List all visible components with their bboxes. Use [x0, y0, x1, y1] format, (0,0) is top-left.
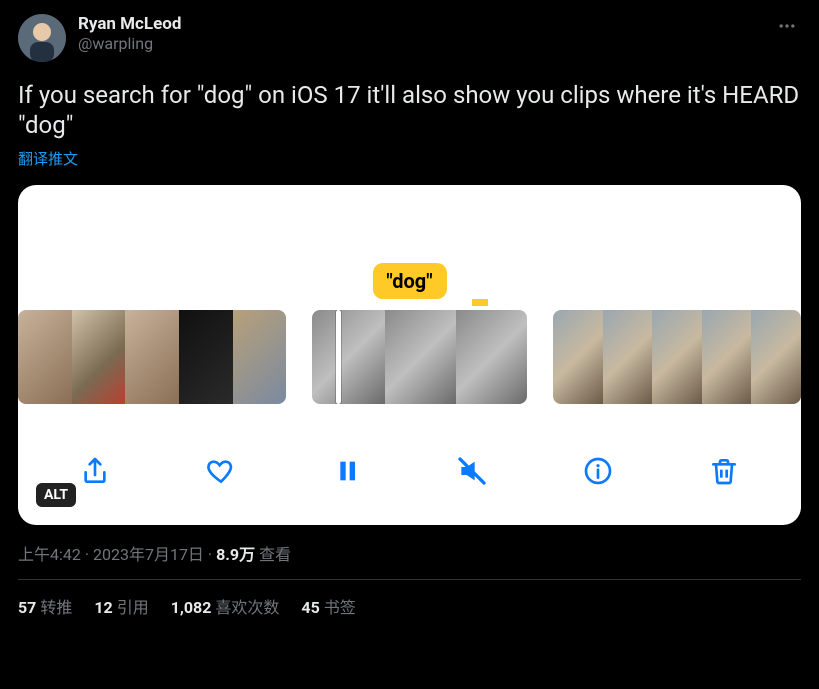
tweet-header: Ryan McLeod @warpling [18, 14, 801, 62]
mute-button[interactable] [454, 453, 490, 489]
search-bubble: "dog" [372, 263, 446, 299]
bubble-tick [472, 299, 488, 306]
heart-icon [205, 455, 237, 487]
handle: @warpling [78, 34, 773, 54]
more-icon [777, 16, 797, 36]
thumb [72, 310, 126, 404]
info-button[interactable] [580, 453, 616, 489]
pause-icon [331, 455, 363, 487]
like-button[interactable] [203, 453, 239, 489]
thumb [456, 310, 527, 404]
thumb [233, 310, 287, 404]
tweet-stats: 57转推 12引用 1,082喜欢次数 45书签 [18, 580, 801, 618]
tweet-meta[interactable]: 上午4:42 · 2023年7月17日 · 8.9万 查看 [18, 541, 801, 565]
media-toolbar [18, 404, 801, 525]
thumb [385, 310, 456, 404]
delete-button[interactable] [706, 453, 742, 489]
media-card[interactable]: "dog" [18, 185, 801, 525]
clip-group-2[interactable] [312, 310, 527, 404]
info-icon [582, 455, 614, 487]
share-icon [79, 455, 111, 487]
stat-bookmarks[interactable]: 45书签 [301, 594, 355, 618]
stat-likes[interactable]: 1,082喜欢次数 [171, 594, 280, 618]
tweet-container: Ryan McLeod @warpling If you search for … [0, 0, 819, 632]
views-count: 8.9万 [216, 545, 255, 564]
clip-group-3[interactable] [553, 310, 801, 404]
thumb [553, 310, 603, 404]
video-timeline[interactable] [18, 310, 801, 404]
thumb [179, 310, 233, 404]
meta-date: 2023年7月17日 [93, 545, 204, 564]
stat-quotes[interactable]: 12引用 [94, 594, 148, 618]
display-name: Ryan McLeod [78, 14, 773, 34]
views-label: 查看 [255, 545, 291, 564]
media-top: "dog" [18, 185, 801, 310]
playhead[interactable] [336, 310, 341, 404]
thumb [652, 310, 702, 404]
trash-icon [708, 455, 740, 487]
alt-badge[interactable]: ALT [36, 483, 76, 507]
share-button[interactable] [77, 453, 113, 489]
meta-time: 上午4:42 [18, 545, 81, 564]
pause-button[interactable] [329, 453, 365, 489]
stat-retweets[interactable]: 57转推 [18, 594, 72, 618]
thumb [125, 310, 179, 404]
avatar-image [18, 14, 66, 62]
clip-group-1[interactable] [18, 310, 286, 404]
avatar[interactable] [18, 14, 66, 62]
translate-link[interactable]: 翻译推文 [18, 148, 801, 169]
thumb [751, 310, 801, 404]
more-button[interactable] [773, 12, 801, 44]
thumb [18, 310, 72, 404]
mute-icon [456, 455, 488, 487]
thumb [603, 310, 653, 404]
tweet-text: If you search for "dog" on iOS 17 it'll … [18, 80, 801, 140]
thumb [702, 310, 752, 404]
author-block[interactable]: Ryan McLeod @warpling [78, 14, 773, 54]
thumb [312, 310, 385, 404]
